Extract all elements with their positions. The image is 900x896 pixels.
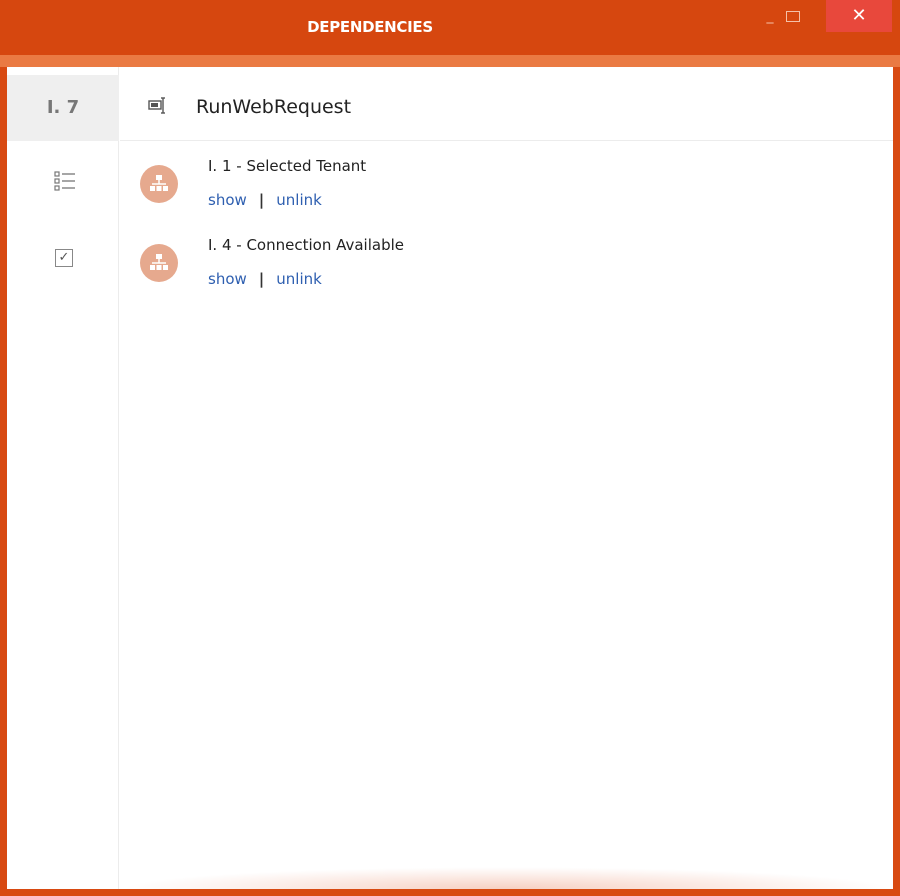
dependency-title: I. 1 - Selected Tenant (208, 157, 367, 175)
list-icon[interactable] (54, 170, 76, 192)
dependency-actions: show | unlink (208, 270, 322, 288)
separator: | (258, 270, 265, 288)
separator: | (258, 191, 265, 209)
unlink-link[interactable]: unlink (276, 191, 322, 209)
bottom-glow (120, 867, 893, 889)
task-header: RunWebRequest (120, 75, 893, 141)
dependencies-panel: I. 7 ✓ RunWebRequest I. 1 - Selected Ten… (7, 67, 893, 889)
maximize-button[interactable] (786, 11, 800, 22)
checkbox-icon[interactable]: ✓ (55, 249, 73, 267)
dependency-title: I. 4 - Connection Available (208, 236, 404, 254)
window-title: DEPENDENCIES (307, 18, 433, 36)
hierarchy-icon (140, 165, 178, 203)
task-title: RunWebRequest (196, 96, 352, 118)
show-link[interactable]: show (208, 270, 247, 288)
title-bar[interactable]: DEPENDENCIES _ ✕ (0, 0, 900, 55)
minimize-button[interactable]: _ (755, 6, 785, 30)
unlink-link[interactable]: unlink (276, 270, 322, 288)
dependency-actions: show | unlink (208, 191, 322, 209)
web-request-icon (148, 96, 168, 116)
dependency-item: I. 1 - Selected Tenant show | unlink (140, 157, 840, 227)
hierarchy-icon (140, 244, 178, 282)
show-link[interactable]: show (208, 191, 247, 209)
left-rail: I. 7 ✓ (7, 67, 119, 889)
close-button[interactable]: ✕ (826, 0, 892, 32)
item-id-tab[interactable]: I. 7 (7, 75, 119, 141)
dependency-item: I. 4 - Connection Available show | unlink (140, 236, 840, 306)
accent-strip (0, 55, 900, 67)
